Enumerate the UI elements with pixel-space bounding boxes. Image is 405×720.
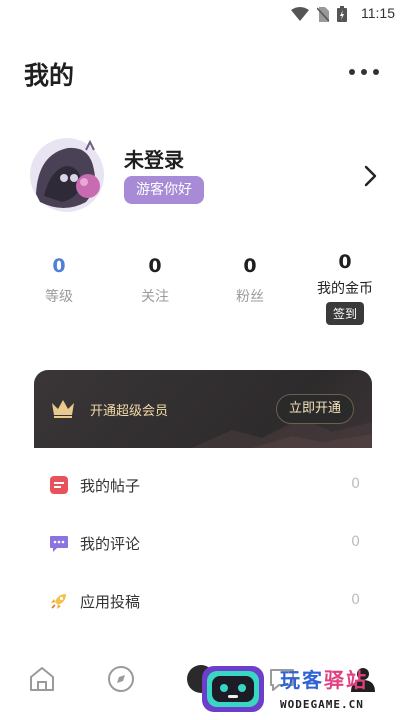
stat-value: 0: [148, 255, 162, 277]
menu-item-app-submission[interactable]: 应用投稿 0: [34, 572, 372, 630]
menu-item-count: 0: [351, 534, 360, 550]
watermark-url: WODEGAME.CN: [280, 698, 364, 711]
open-vip-button[interactable]: 立即开通: [275, 394, 354, 424]
comment-icon: [50, 536, 68, 552]
status-bar: 11:15: [0, 0, 405, 28]
watermark-robot-logo: [202, 666, 264, 712]
stat-following[interactable]: 0 关注: [114, 252, 196, 306]
vip-text: 开通超级会员: [90, 404, 169, 419]
stats-row: 0 等级 0 关注 0 粉丝 0 我的金币 签到: [18, 251, 388, 338]
no-sim-icon: [317, 6, 329, 22]
chevron-right-icon[interactable]: [360, 162, 380, 190]
stat-value: 0: [52, 255, 66, 277]
menu-item-count: 0: [351, 476, 360, 492]
watermark-title-b: 驿站: [324, 668, 368, 692]
stat-label: 粉丝: [236, 289, 264, 305]
stat-label: 等级: [45, 289, 73, 305]
watermark: 玩客驿站 WODEGAME.CN: [198, 660, 405, 720]
post-icon: [50, 476, 68, 494]
battery-icon: [337, 6, 347, 22]
more-options-button[interactable]: [349, 62, 379, 82]
vip-banner[interactable]: 开通超级会员 立即开通: [34, 370, 372, 448]
dot-icon: [361, 69, 367, 75]
stat-label: 关注: [141, 289, 169, 305]
menu-item-count: 0: [351, 592, 360, 608]
rocket-icon: [51, 594, 66, 609]
menu-list: 我的帖子 0 我的评论 0 应用投稿 0: [34, 456, 372, 630]
home-icon[interactable]: [27, 664, 57, 694]
stat-coins[interactable]: 0 我的金币 签到: [304, 248, 386, 325]
guest-badge: 游客你好: [124, 176, 204, 204]
watermark-title: 玩客驿站: [280, 664, 368, 693]
stat-label: 我的金币: [317, 281, 373, 297]
menu-item-label: 我的帖子: [80, 477, 141, 495]
status-icons: [291, 6, 347, 22]
watermark-title-a: 玩客: [280, 668, 324, 692]
profile-card[interactable]: 未登录 游客你好: [28, 136, 388, 218]
stat-followers[interactable]: 0 粉丝: [209, 252, 291, 306]
dot-icon: [373, 69, 379, 75]
menu-item-my-comments[interactable]: 我的评论 0: [34, 514, 372, 572]
stat-value: 0: [338, 251, 352, 273]
wifi-icon: [291, 7, 309, 21]
crown-icon: [52, 400, 74, 418]
page-title: 我的: [24, 61, 75, 90]
clock: 11:15: [361, 5, 395, 21]
menu-item-label: 我的评论: [80, 535, 141, 553]
stat-level[interactable]: 0 等级: [18, 252, 100, 306]
sign-in-button[interactable]: 签到: [325, 302, 364, 325]
compass-icon[interactable]: [106, 664, 136, 694]
username: 未登录: [124, 148, 184, 172]
menu-item-label: 应用投稿: [80, 593, 141, 611]
avatar[interactable]: [28, 136, 106, 214]
menu-item-my-posts[interactable]: 我的帖子 0: [34, 456, 372, 514]
dot-icon: [349, 69, 355, 75]
stat-value: 0: [243, 255, 257, 277]
